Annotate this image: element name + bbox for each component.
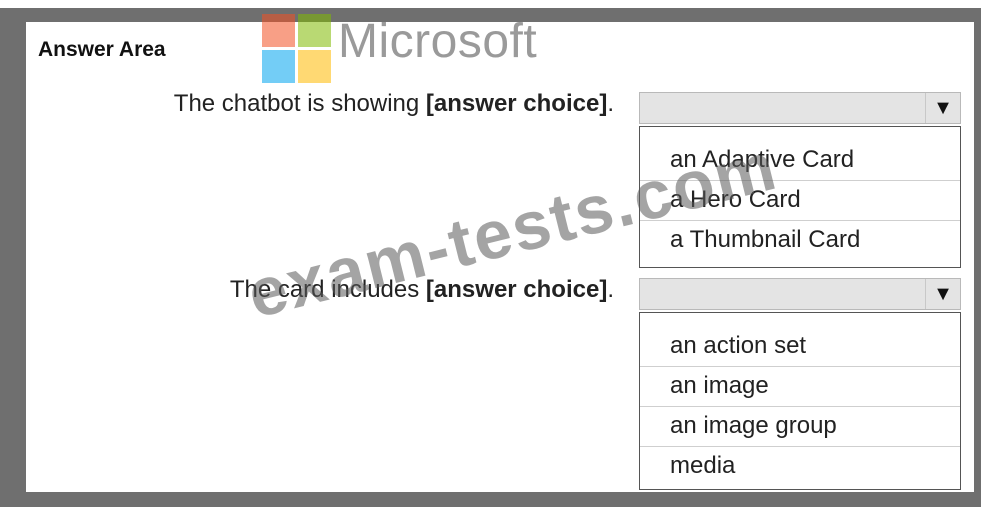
microsoft-logo: Microsoft	[262, 10, 602, 92]
question-1-suffix: .	[607, 90, 614, 117]
question-2-statement: The card includes [answer choice].	[230, 276, 614, 304]
question-2-prefix: The card includes	[229, 276, 426, 303]
option-hero-card[interactable]: a Hero Card	[640, 181, 960, 221]
dropdown-arrow-icon[interactable]: ▼	[925, 279, 960, 309]
top-strip	[0, 0, 981, 8]
option-media[interactable]: media	[640, 447, 960, 487]
dropdown-arrow-icon[interactable]: ▼	[925, 93, 960, 123]
question-2-suffix: .	[607, 276, 614, 303]
option-image[interactable]: an image	[640, 367, 960, 407]
question-1-options: an Adaptive Card a Hero Card a Thumbnail…	[639, 126, 961, 268]
question-2-dropdown[interactable]: ▼	[639, 278, 961, 310]
option-action-set[interactable]: an action set	[640, 327, 960, 367]
option-image-group[interactable]: an image group	[640, 407, 960, 447]
microsoft-squares-icon	[262, 14, 332, 84]
answer-area-title: Answer Area	[38, 38, 166, 61]
question-1-placeholder: [answer choice]	[425, 90, 608, 117]
question-1-dropdown[interactable]: ▼	[639, 92, 961, 124]
logo-text: Microsoft	[338, 15, 538, 68]
option-adaptive-card[interactable]: an Adaptive Card	[640, 141, 960, 181]
question-1-prefix: The chatbot is showing	[173, 90, 426, 117]
answer-panel: Answer Area Microsoft The chatbot is sho…	[26, 14, 974, 492]
option-thumbnail-card[interactable]: a Thumbnail Card	[640, 221, 960, 261]
question-1-statement: The chatbot is showing [answer choice].	[174, 90, 614, 118]
question-2-options: an action set an image an image group me…	[639, 312, 961, 490]
question-2-placeholder: [answer choice]	[425, 276, 608, 303]
